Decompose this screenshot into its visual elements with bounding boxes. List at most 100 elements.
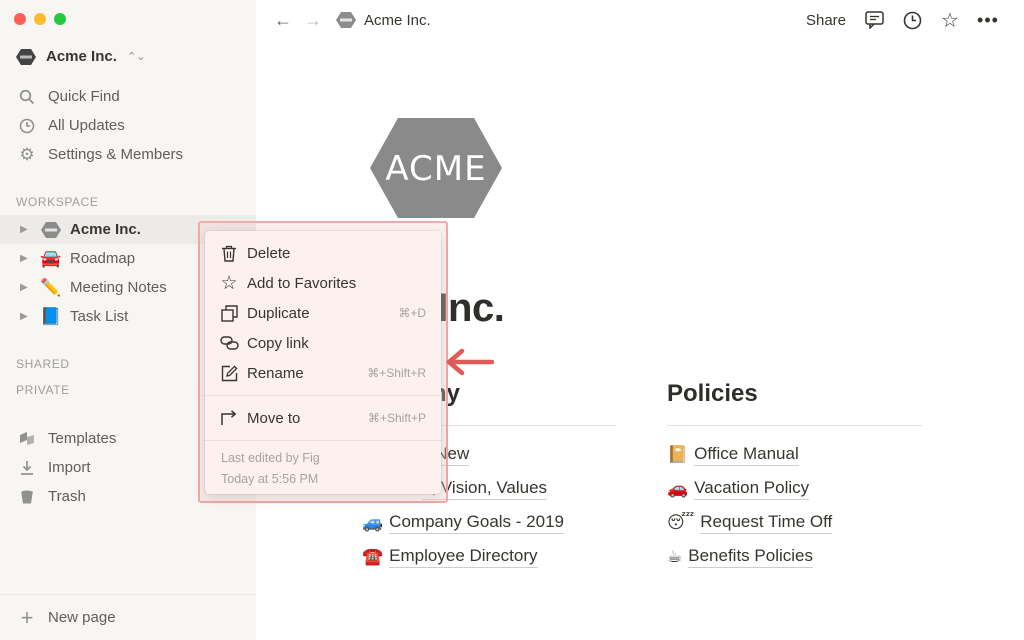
page-link-benefits-policies[interactable]: ☕ Benefits Policies bbox=[667, 540, 832, 574]
back-arrow-icon[interactable]: ← bbox=[274, 10, 292, 31]
workspace-section-label: WORKSPACE bbox=[16, 195, 99, 209]
car-emoji-icon: 🚘 bbox=[40, 248, 62, 268]
link-icon bbox=[219, 333, 239, 353]
shared-section-label: SHARED bbox=[16, 357, 70, 371]
sidebar-item-quick-find[interactable]: Quick Find bbox=[0, 82, 256, 111]
minimize-window-button[interactable] bbox=[34, 13, 46, 25]
menu-divider bbox=[205, 440, 441, 441]
menu-item-label: Duplicate bbox=[247, 304, 310, 322]
menu-item-label: Add to Favorites bbox=[247, 274, 357, 292]
new-page-label: New page bbox=[48, 609, 116, 626]
history-clock-icon[interactable] bbox=[902, 10, 922, 30]
sidebar-item-label: All Updates bbox=[48, 117, 125, 134]
shortcut-hint: ⌘+Shift+P bbox=[367, 411, 426, 425]
menu-item-copy-link[interactable]: Copy link bbox=[205, 328, 441, 358]
pencil-emoji-icon: ✏️ bbox=[40, 277, 62, 297]
last-edited-time: Today at 5:56 PM bbox=[221, 472, 319, 486]
templates-icon bbox=[18, 430, 36, 448]
page-link-label: Request Time Off bbox=[700, 512, 833, 534]
expand-triangle-icon[interactable]: ▶ bbox=[20, 282, 32, 293]
page-link-company-goals[interactable]: 🚙 Company Goals - 2019 bbox=[362, 506, 564, 540]
share-button[interactable]: Share bbox=[806, 12, 846, 29]
divider bbox=[667, 425, 922, 426]
move-to-icon bbox=[219, 408, 239, 428]
star-icon[interactable]: ☆ bbox=[940, 10, 960, 32]
comment-icon[interactable] bbox=[864, 10, 884, 30]
column-heading-policies: Policies bbox=[667, 380, 758, 407]
sidebar-item-label: Quick Find bbox=[48, 88, 120, 105]
page-context-menu: Delete ☆ Add to Favorites Duplicate ⌘+D … bbox=[205, 231, 441, 494]
trash-icon bbox=[219, 243, 239, 263]
menu-item-label: Move to bbox=[247, 409, 301, 427]
import-icon bbox=[18, 459, 36, 477]
sidebar-item-label: Templates bbox=[48, 430, 117, 447]
workspace-name: Acme Inc. bbox=[46, 48, 117, 65]
acme-page-logo: ACME bbox=[370, 118, 502, 218]
sidebar-item-label: Trash bbox=[48, 488, 86, 505]
zoom-window-button[interactable] bbox=[54, 13, 66, 25]
menu-divider bbox=[205, 395, 441, 396]
star-icon: ☆ bbox=[220, 272, 238, 294]
telephone-emoji-icon: ☎️ bbox=[362, 547, 384, 566]
book-emoji-icon: 📘 bbox=[40, 306, 62, 326]
private-section-label: PRIVATE bbox=[16, 383, 70, 397]
sidebar-nav: Quick Find All Updates ⚙ Settings & Memb… bbox=[0, 82, 256, 169]
jeep-emoji-icon: 🚙 bbox=[362, 513, 384, 532]
sidebar-item-settings[interactable]: ⚙ Settings & Members bbox=[0, 140, 256, 169]
close-window-button[interactable] bbox=[14, 13, 26, 25]
page-link-employee-directory[interactable]: ☎️ Employee Directory bbox=[362, 540, 564, 574]
menu-item-label: Delete bbox=[247, 244, 291, 262]
menu-item-label: Copy link bbox=[247, 334, 309, 352]
menu-item-add-to-favorites[interactable]: ☆ Add to Favorites bbox=[205, 268, 441, 298]
sleeping-emoji-icon: 😴 bbox=[667, 513, 695, 532]
menu-item-move-to[interactable]: Move to ⌘+Shift+P bbox=[205, 403, 441, 433]
sidebar-page-label: Roadmap bbox=[70, 250, 136, 267]
acme-logo-icon bbox=[336, 12, 356, 28]
forward-arrow-icon[interactable]: → bbox=[304, 10, 322, 31]
page-link-label: Benefits Policies bbox=[688, 546, 813, 568]
acme-logo-icon bbox=[16, 48, 36, 65]
breadcrumb[interactable]: Acme Inc. bbox=[336, 12, 431, 29]
car-emoji-icon: 🚗 bbox=[667, 479, 689, 498]
breadcrumb-title: Acme Inc. bbox=[364, 11, 431, 29]
expand-triangle-icon[interactable]: ▶ bbox=[20, 224, 32, 235]
page-link-request-time-off[interactable]: 😴 Request Time Off bbox=[667, 506, 833, 540]
page-link-label: Company Goals - 2019 bbox=[389, 512, 564, 534]
menu-item-delete[interactable]: Delete bbox=[205, 238, 441, 268]
sidebar-item-all-updates[interactable]: All Updates bbox=[0, 111, 256, 140]
menu-item-duplicate[interactable]: Duplicate ⌘+D bbox=[205, 298, 441, 328]
search-icon bbox=[18, 88, 36, 106]
sidebar-item-label: Settings & Members bbox=[48, 146, 184, 163]
more-dots-icon[interactable]: ••• bbox=[977, 10, 998, 30]
trash-icon bbox=[18, 488, 36, 506]
menu-item-rename[interactable]: Rename ⌘+Shift+R bbox=[205, 358, 441, 388]
sidebar-page-label: Task List bbox=[70, 308, 129, 325]
page-link-office-manual[interactable]: 📔 Office Manual bbox=[667, 438, 832, 472]
app-window: Acme Inc. ⌃⌄ Quick Find All Updates ⚙ Se… bbox=[0, 0, 1024, 640]
expand-triangle-icon[interactable]: ▶ bbox=[20, 253, 32, 264]
topbar: ← → Acme Inc. Share ☆ ••• bbox=[256, 0, 1024, 40]
annotation-arrow-icon bbox=[446, 348, 494, 376]
gear-icon: ⚙ bbox=[19, 144, 35, 164]
chevron-updown-icon: ⌃⌄ bbox=[126, 51, 146, 63]
page-link-label: Office Manual bbox=[694, 444, 799, 466]
window-controls bbox=[14, 13, 66, 25]
acme-logo-icon bbox=[41, 221, 61, 238]
coffee-emoji-icon: ☕ bbox=[667, 547, 683, 566]
sidebar-item-label: Import bbox=[48, 459, 91, 476]
page-link-label: Vacation Policy bbox=[694, 478, 810, 500]
new-page-button[interactable]: + New page bbox=[0, 594, 256, 640]
page-link-vacation-policy[interactable]: 🚗 Vacation Policy bbox=[667, 472, 832, 506]
topbar-actions: Share ☆ ••• bbox=[806, 0, 998, 40]
plus-icon: + bbox=[20, 604, 34, 630]
menu-item-label: Rename bbox=[247, 364, 304, 382]
history-nav: ← → bbox=[274, 10, 322, 31]
duplicate-icon bbox=[219, 303, 239, 323]
workspace-switcher[interactable]: Acme Inc. ⌃⌄ bbox=[16, 48, 145, 65]
rename-icon bbox=[219, 363, 239, 383]
expand-triangle-icon[interactable]: ▶ bbox=[20, 311, 32, 322]
logo-text: ACME bbox=[385, 149, 486, 189]
shortcut-hint: ⌘+Shift+R bbox=[367, 366, 426, 380]
sidebar-page-label: Meeting Notes bbox=[70, 279, 167, 296]
page-link-label: Employee Directory bbox=[389, 546, 538, 568]
